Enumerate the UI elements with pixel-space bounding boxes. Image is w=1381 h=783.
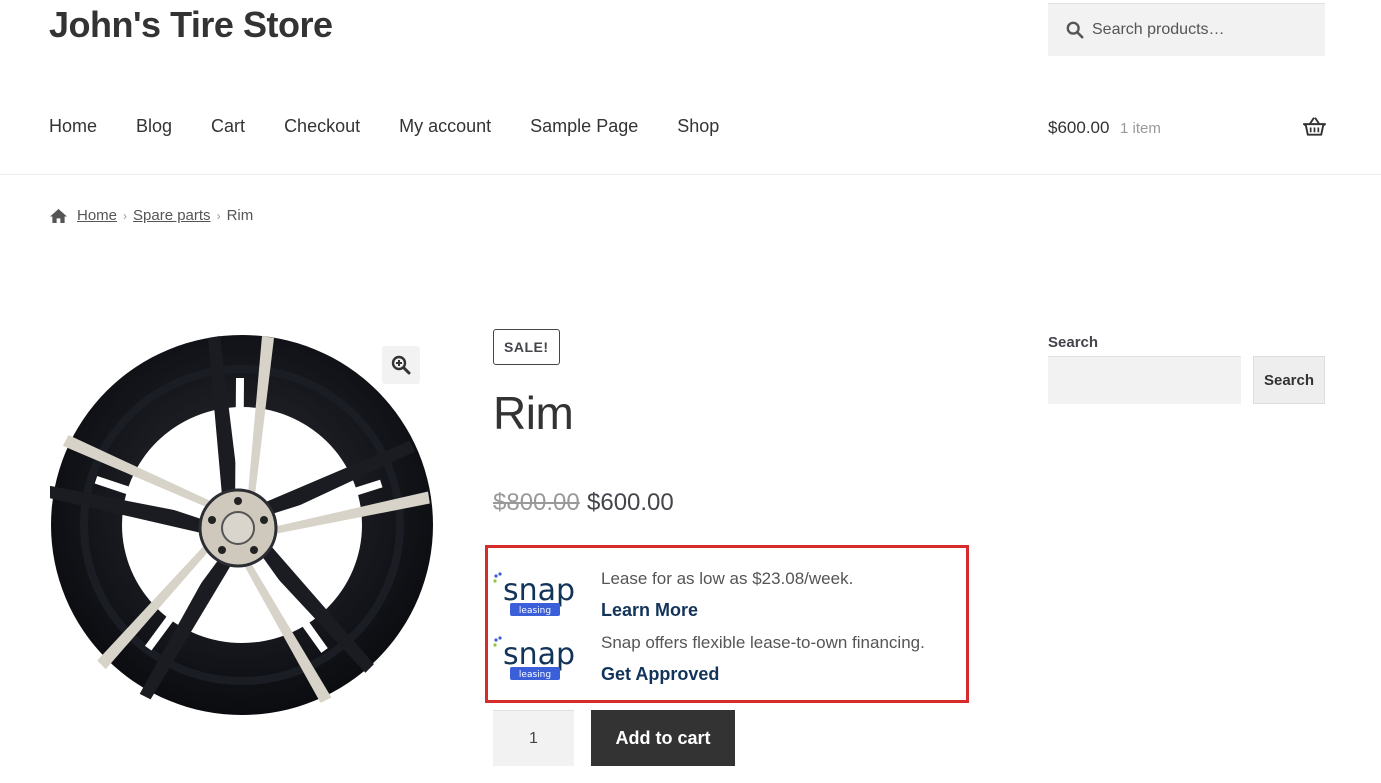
add-to-cart-button[interactable]: Add to cart xyxy=(591,710,735,766)
header-search-box[interactable] xyxy=(1048,3,1325,56)
sale-price: $600.00 xyxy=(587,489,674,516)
sale-badge: SALE! xyxy=(493,329,560,365)
regular-price: $800.00 xyxy=(493,489,580,516)
nav-item-blog[interactable]: Blog xyxy=(136,116,172,137)
breadcrumb-home-link[interactable]: Home xyxy=(77,207,117,224)
product-title: Rim xyxy=(493,387,574,439)
breadcrumb: Home › Spare parts › Rim xyxy=(49,207,253,224)
product-search-input[interactable] xyxy=(1092,21,1312,39)
sidebar-search-input[interactable] xyxy=(1048,356,1241,404)
primary-navigation: Home Blog Cart Checkout My account Sampl… xyxy=(49,116,758,137)
wheel-rim-image[interactable] xyxy=(50,333,436,717)
snap-logo-text: snap xyxy=(503,573,575,608)
snap-offer-text: Snap offers flexible lease-to-own financ… xyxy=(601,633,925,652)
breadcrumb-separator: › xyxy=(216,208,221,223)
snap-logo-subtext: leasing xyxy=(519,606,551,616)
sidebar-search-heading: Search xyxy=(1048,334,1099,351)
zoom-in-icon xyxy=(391,355,411,375)
header-divider xyxy=(0,174,1381,175)
site-title[interactable]: John's Tire Store xyxy=(49,4,333,46)
nav-item-cart[interactable]: Cart xyxy=(211,116,245,137)
zoom-button[interactable] xyxy=(382,346,420,384)
nav-item-my-account[interactable]: My account xyxy=(399,116,491,137)
sidebar-search-button[interactable]: Search xyxy=(1253,356,1325,404)
home-icon xyxy=(50,208,67,223)
nav-item-shop[interactable]: Shop xyxy=(677,116,719,137)
snap-offer-text: Lease for as low as $23.08/week. xyxy=(601,569,854,588)
snap-leasing-logo[interactable]: snap leasing xyxy=(493,636,585,682)
cart-total[interactable]: $600.00 xyxy=(1048,118,1109,138)
cart-item-count[interactable]: 1 item xyxy=(1120,120,1161,137)
snap-logo-subtext: leasing xyxy=(519,670,551,680)
basket-icon[interactable] xyxy=(1303,117,1326,137)
breadcrumb-separator: › xyxy=(123,208,128,223)
breadcrumb-current: Rim xyxy=(226,207,254,224)
quantity-input[interactable] xyxy=(493,710,574,766)
nav-item-sample-page[interactable]: Sample Page xyxy=(530,116,638,137)
nav-item-checkout[interactable]: Checkout xyxy=(284,116,360,137)
breadcrumb-category-link[interactable]: Spare parts xyxy=(133,207,211,224)
search-icon xyxy=(1066,21,1084,39)
snap-leasing-logo[interactable]: snap leasing xyxy=(493,572,585,618)
snap-logo-text: snap xyxy=(503,637,575,672)
snap-learn-more-link[interactable]: Learn More xyxy=(601,600,698,621)
nav-item-home[interactable]: Home xyxy=(49,116,97,137)
snap-get-approved-link[interactable]: Get Approved xyxy=(601,664,719,685)
